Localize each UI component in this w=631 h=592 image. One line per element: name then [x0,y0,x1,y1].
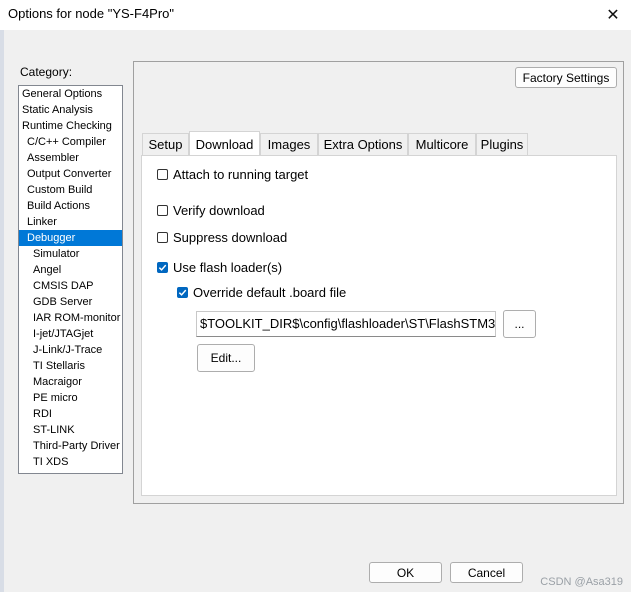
category-item-label: Linker [27,216,57,228]
tab-images[interactable]: Images [260,133,318,155]
attach-to-target-checkbox[interactable]: Attach to running target [157,167,308,182]
category-item[interactable]: Linker [19,214,122,230]
close-button[interactable]: ✕ [595,0,631,30]
checkbox-label: Use flash loader(s) [173,260,283,275]
category-item-label: General Options [22,88,103,100]
checkbox-box[interactable] [157,169,168,180]
tab-extra-options[interactable]: Extra Options [318,133,408,155]
category-item[interactable]: Angel [19,262,122,278]
category-item-label: Custom Build [27,184,93,196]
category-item[interactable]: General Options [19,86,122,102]
suppress-download-checkbox[interactable]: Suppress download [157,230,287,245]
category-list[interactable]: General Options Static Analysis Runtime … [18,85,123,474]
category-item-label: GDB Server [33,296,93,308]
tab-label: Setup [148,137,183,152]
category-item-label: Macraigor [33,376,82,388]
category-item[interactable]: Build Actions [19,198,122,214]
tab-download[interactable]: Download [189,131,260,156]
category-item-selected[interactable]: Debugger [19,230,122,246]
category-item-label: PE micro [33,392,78,404]
title-bar: Options for node "YS-F4Pro" ✕ [0,0,631,30]
category-item-label: Third-Party Driver [33,440,120,452]
close-icon: ✕ [606,7,620,24]
category-item-label: RDI [33,408,52,420]
checkbox-box-checked[interactable] [157,262,168,273]
category-item[interactable]: IAR ROM-monitor [19,310,122,326]
factory-settings-button[interactable]: Factory Settings [515,67,617,88]
category-item[interactable]: TI Stellaris [19,358,122,374]
category-item[interactable]: RDI [19,406,122,422]
checkbox-label: Suppress download [173,230,288,245]
category-item-label: Runtime Checking [22,120,112,132]
verify-download-checkbox[interactable]: Verify download [157,203,265,218]
category-item[interactable]: Simulator [19,246,122,262]
checkbox-box[interactable] [157,232,168,243]
board-file-path-input[interactable]: $TOOLKIT_DIR$\config\flashloader\ST\Flas… [196,311,496,337]
tab-label: Extra Options [323,137,403,152]
category-item-label: Simulator [33,248,80,260]
tab-multicore[interactable]: Multicore [408,133,476,155]
category-item[interactable]: C/C++ Compiler [19,134,122,150]
category-item[interactable]: Third-Party Driver [19,438,122,454]
category-item[interactable]: Static Analysis [19,102,122,118]
tab-plugins[interactable]: Plugins [476,133,528,155]
checkmark-icon [158,264,167,271]
category-item-label: Output Converter [27,168,112,180]
window-title: Options for node "YS-F4Pro" [8,6,175,21]
category-item-label: Angel [33,264,62,276]
options-dialog: Options for node "YS-F4Pro" ✕ Category: … [0,0,631,592]
category-item-label: Static Analysis [22,104,93,116]
category-item[interactable]: Macraigor [19,374,122,390]
tab-label: Multicore [415,137,469,152]
category-item[interactable]: Output Converter [19,166,122,182]
category-item-label: J-Link/J-Trace [33,344,103,356]
category-item-label: ST-LINK [33,424,75,436]
category-item-label: TI XDS [33,456,69,468]
tab-label: Plugins [480,137,524,152]
category-item[interactable]: TI XDS [19,454,122,470]
checkbox-label: Override default .board file [193,285,347,300]
category-item[interactable]: ST-LINK [19,422,122,438]
category-item-label: TI Stellaris [33,360,85,372]
checkbox-label: Attach to running target [173,167,309,182]
background-window-edge [0,30,4,592]
cancel-button[interactable]: Cancel [450,562,523,583]
category-item-label: Assembler [27,152,79,164]
category-item-label: I-jet/JTAGjet [33,328,94,340]
checkbox-label: Verify download [173,203,265,218]
category-item-label: IAR ROM-monitor [33,312,121,324]
tab-label: Images [267,137,311,152]
watermark: CSDN @Asa319 [540,576,623,588]
category-item[interactable]: GDB Server [19,294,122,310]
checkbox-box[interactable] [157,205,168,216]
ok-button[interactable]: OK [369,562,442,583]
checkbox-box-checked[interactable] [177,287,188,298]
browse-button[interactable]: ... [503,310,536,338]
override-board-file-checkbox[interactable]: Override default .board file [177,285,346,300]
category-item[interactable]: Runtime Checking [19,118,122,134]
category-item-label: Debugger [27,232,76,244]
tab-setup[interactable]: Setup [142,133,189,155]
edit-button[interactable]: Edit... [197,344,255,372]
category-item-label: C/C++ Compiler [27,136,106,148]
checkmark-icon [178,289,187,296]
category-item-label: CMSIS DAP [33,280,94,292]
category-item[interactable]: PE micro [19,390,122,406]
category-item[interactable]: Custom Build [19,182,122,198]
category-item[interactable]: J-Link/J-Trace [19,342,122,358]
category-label: Category: [20,65,73,79]
tab-label: Download [195,136,254,152]
category-item-label: Build Actions [27,200,90,212]
category-item[interactable]: Assembler [19,150,122,166]
category-item[interactable]: CMSIS DAP [19,278,122,294]
category-item[interactable]: I-jet/JTAGjet [19,326,122,342]
use-flash-loader-checkbox[interactable]: Use flash loader(s) [157,260,282,275]
